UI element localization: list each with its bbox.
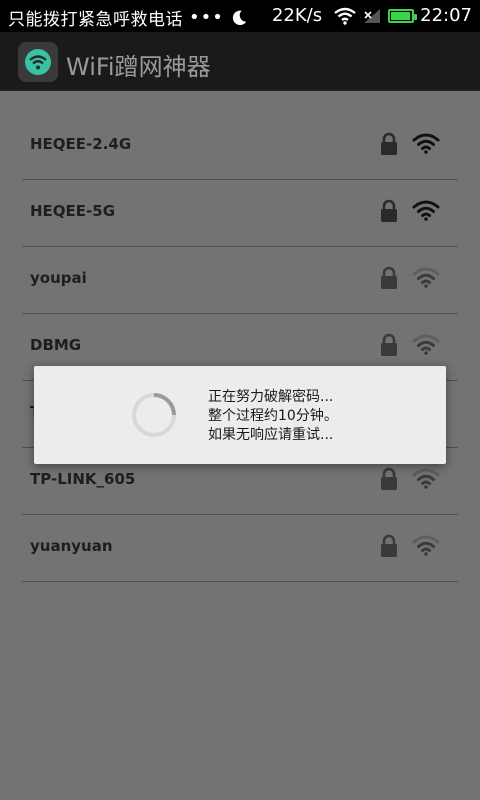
status-bar: 只能拨打紧急呼救电话 ••• 22K/s 22:07: [0, 0, 480, 32]
network-row[interactable]: HEQEE-5G: [22, 180, 458, 247]
dialog-line-3: 如果无响应请重试...: [208, 427, 334, 443]
battery-icon: [388, 8, 418, 23]
status-time: 22:07: [420, 5, 472, 26]
moon-icon: [232, 10, 247, 25]
wifi-weak-icon: [412, 468, 440, 489]
lock-icon: [381, 132, 397, 155]
network-row[interactable]: youpai: [22, 247, 458, 314]
battery-fill: [391, 11, 411, 20]
lock-icon: [381, 266, 397, 289]
network-ssid: youpai: [30, 269, 87, 287]
dialog-line-2: 整个过程约10分钟。: [208, 408, 338, 424]
status-left: 只能拨打紧急呼救电话 •••: [8, 5, 248, 30]
network-ssid: HEQEE-5G: [30, 202, 116, 220]
network-row[interactable]: HEQEE-2.4G: [22, 113, 458, 180]
network-speed: 22K/s: [271, 5, 323, 26]
wifi-strong-icon: [412, 200, 440, 221]
wifi-weak-icon: [412, 334, 440, 355]
wifi-status-icon: [334, 7, 356, 25]
network-ssid: HEQEE-2.4G: [30, 135, 132, 153]
signal-icon: [364, 8, 381, 23]
notification-dots: •••: [189, 7, 224, 28]
lock-icon: [381, 199, 397, 222]
carrier-text: 只能拨打紧急呼救电话: [8, 10, 183, 30]
app-title: WiFi蹭网神器: [66, 53, 211, 81]
wifi-weak-icon: [412, 535, 440, 556]
lock-icon: [381, 467, 397, 490]
lock-icon: [381, 534, 397, 557]
dialog-line-1: 正在努力破解密码...: [208, 389, 334, 405]
wifi-weak-icon: [412, 267, 440, 288]
network-ssid: TP-LINK_605: [30, 470, 136, 488]
status-right: 22K/s 22:07: [272, 5, 472, 26]
app-header: WiFi蹭网神器: [0, 32, 480, 91]
network-row[interactable]: yuanyuan: [22, 515, 458, 582]
wifi-strong-icon: [412, 133, 440, 154]
dialog-message: 正在努力破解密码... 整个过程约10分钟。 如果无响应请重试...: [208, 388, 338, 445]
wifi-logo-icon[interactable]: [18, 42, 58, 82]
loading-spinner-icon: [132, 393, 176, 437]
progress-dialog: 正在努力破解密码... 整个过程约10分钟。 如果无响应请重试...: [34, 366, 446, 464]
network-ssid: DBMG: [30, 336, 82, 354]
network-ssid: yuanyuan: [30, 537, 113, 555]
lock-icon: [381, 333, 397, 356]
